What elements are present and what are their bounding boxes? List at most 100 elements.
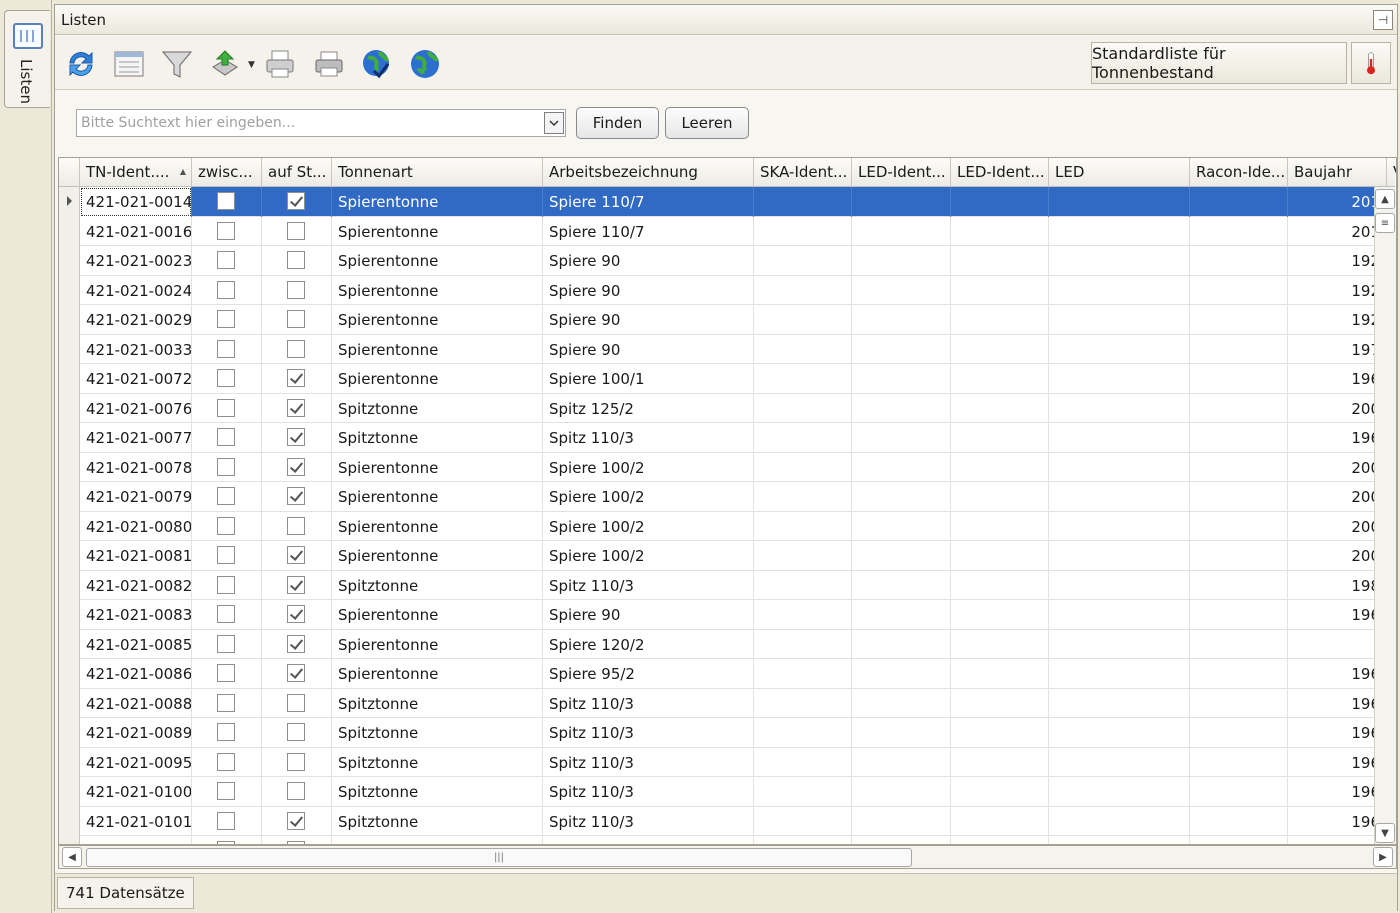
- cell-led-ident[interactable]: [852, 629, 951, 659]
- cell-arbeitsbezeichnung[interactable]: Spiere 90: [543, 275, 754, 305]
- cell-auf-station[interactable]: [262, 393, 332, 423]
- cell-arbeitsbezeichnung[interactable]: Spitz 110/3: [543, 747, 754, 777]
- cell-zwischenlager[interactable]: [192, 600, 262, 630]
- cell-tn-ident[interactable]: 421-021-0083: [80, 600, 192, 630]
- cell-auf-station[interactable]: [262, 659, 332, 689]
- export-dropdown-icon[interactable]: ▼: [248, 60, 255, 70]
- cell-auf-station[interactable]: [262, 718, 332, 748]
- cell-baujahr[interactable]: 196: [1288, 423, 1387, 453]
- cell-tn-ident[interactable]: 421-021-0080: [80, 511, 192, 541]
- cell-led-ident[interactable]: [852, 570, 951, 600]
- cell-led-ident-2[interactable]: [951, 511, 1049, 541]
- cell-led-ident-2[interactable]: [951, 806, 1049, 836]
- cell-led-ident-2[interactable]: [951, 629, 1049, 659]
- cell-arbeitsbezeichnung[interactable]: Spitz 110/3: [543, 718, 754, 748]
- cell-arbeitsbezeichnung[interactable]: Spitz 110/3: [543, 570, 754, 600]
- cell-led[interactable]: [1049, 275, 1190, 305]
- cell-tonnenart[interactable]: Spierentonne: [332, 187, 543, 217]
- column-header[interactable]: LED-Ident...: [852, 158, 951, 187]
- cell-led[interactable]: [1049, 629, 1190, 659]
- table-row[interactable]: 421-021-0085 Spierentonne Spiere 120/2: [59, 629, 1387, 659]
- cell-racon-ident[interactable]: [1190, 718, 1288, 748]
- cell-baujahr[interactable]: 200: [1288, 511, 1387, 541]
- row-selector[interactable]: [59, 216, 80, 246]
- cell-zwischenlager[interactable]: [192, 570, 262, 600]
- cell-tonnenart[interactable]: Spierentonne: [332, 364, 543, 394]
- cell-auf-station[interactable]: [262, 216, 332, 246]
- cell-led-ident[interactable]: [852, 423, 951, 453]
- cell-led[interactable]: [1049, 482, 1190, 512]
- cell-led-ident[interactable]: [852, 511, 951, 541]
- cell-led-ident-2[interactable]: [951, 541, 1049, 571]
- cell-tonnenart[interactable]: Spierentonne: [332, 482, 543, 512]
- cell-tonnenart[interactable]: Spitztonne: [332, 777, 543, 807]
- cell-led[interactable]: [1049, 777, 1190, 807]
- cell-tonnenart[interactable]: Spierentonne: [332, 629, 543, 659]
- cell-ska-ident[interactable]: [754, 393, 852, 423]
- cell-racon-ident[interactable]: [1190, 777, 1288, 807]
- cell-racon-ident[interactable]: [1190, 305, 1288, 335]
- cell-led-ident[interactable]: [852, 806, 951, 836]
- cell-racon-ident[interactable]: [1190, 187, 1288, 217]
- cell-tn-ident[interactable]: 421-021-0077: [80, 423, 192, 453]
- cell-baujahr[interactable]: 196: [1288, 688, 1387, 718]
- row-selector[interactable]: [59, 511, 80, 541]
- zwischenlager-checkbox[interactable]: [217, 811, 235, 830]
- cell-baujahr[interactable]: 201: [1288, 216, 1387, 246]
- search-input[interactable]: [76, 109, 566, 137]
- cell-auf-station[interactable]: [262, 423, 332, 453]
- row-selector[interactable]: [59, 187, 80, 217]
- cell-arbeitsbezeichnung[interactable]: Spitz 125/2: [543, 393, 754, 423]
- cell-led-ident-2[interactable]: [951, 659, 1049, 689]
- cell-baujahr[interactable]: 198: [1288, 570, 1387, 600]
- table-row[interactable]: 421-021-0081 Spierentonne Spiere 100/2 200: [59, 541, 1387, 571]
- cell-baujahr[interactable]: 196: [1288, 777, 1387, 807]
- cell-led-ident-2[interactable]: [951, 482, 1049, 512]
- cell-ska-ident[interactable]: [754, 718, 852, 748]
- cell-tn-ident[interactable]: 421-021-0089: [80, 718, 192, 748]
- table-row[interactable]: 421-021-0095 Spitztonne Spitz 110/3 196: [59, 747, 1387, 777]
- export-icon[interactable]: [207, 46, 243, 82]
- cell-baujahr[interactable]: 200: [1288, 393, 1387, 423]
- cell-led[interactable]: [1049, 659, 1190, 689]
- cell-baujahr[interactable]: 201: [1288, 187, 1387, 217]
- find-button[interactable]: Finden: [576, 107, 659, 139]
- table-row[interactable]: 421-021-0089 Spitztonne Spitz 110/3 196: [59, 718, 1387, 748]
- cell-zwischenlager[interactable]: [192, 187, 262, 217]
- cell-led[interactable]: [1049, 187, 1190, 217]
- cell-auf-station[interactable]: [262, 836, 332, 844]
- cell-arbeitsbezeichnung[interactable]: Spiere 110/7: [543, 187, 754, 217]
- row-selector[interactable]: [59, 364, 80, 394]
- zwischenlager-checkbox[interactable]: [217, 251, 235, 269]
- cell-baujahr[interactable]: 196: [1288, 747, 1387, 777]
- cell-tn-ident[interactable]: 421-021-0079: [80, 482, 192, 512]
- zwischenlager-checkbox[interactable]: [217, 782, 235, 800]
- cell-tn-ident[interactable]: 421-021-0029: [80, 305, 192, 335]
- cell-tn-ident[interactable]: 421-021-0024: [80, 275, 192, 305]
- cell-led[interactable]: [1049, 452, 1190, 482]
- cell-led[interactable]: [1049, 836, 1190, 844]
- table-row[interactable]: 421-021-0014 Spierentonne Spiere 110/7 201: [59, 187, 1387, 217]
- cell-zwischenlager[interactable]: [192, 246, 262, 276]
- zwischenlager-checkbox[interactable]: [217, 693, 235, 712]
- cell-auf-station[interactable]: [262, 541, 332, 571]
- table-row[interactable]: 421-021-0100 Spitztonne Spitz 110/3 196: [59, 777, 1387, 807]
- horizontal-scroll-thumb[interactable]: |||: [86, 848, 912, 867]
- cell-zwischenlager[interactable]: [192, 511, 262, 541]
- table-row[interactable]: 421-021-0033 Spierentonne Spiere 90 197: [59, 334, 1387, 364]
- cell-baujahr[interactable]: 192: [1288, 275, 1387, 305]
- cell-led-ident[interactable]: [852, 393, 951, 423]
- zwischenlager-checkbox[interactable]: [217, 457, 235, 476]
- cell-auf-station[interactable]: [262, 511, 332, 541]
- cell-arbeitsbezeichnung[interactable]: Spiere 100/2: [543, 482, 754, 512]
- auf-station-checkbox[interactable]: [287, 221, 305, 240]
- cell-racon-ident[interactable]: [1190, 334, 1288, 364]
- cell-zwischenlager[interactable]: [192, 688, 262, 718]
- cell-led-ident[interactable]: [852, 718, 951, 748]
- cell-arbeitsbezeichnung[interactable]: Spiere 100/1: [543, 364, 754, 394]
- cell-led[interactable]: [1049, 393, 1190, 423]
- cell-led-ident-2[interactable]: [951, 334, 1049, 364]
- cell-auf-station[interactable]: [262, 305, 332, 335]
- row-selector[interactable]: [59, 600, 80, 630]
- clear-button[interactable]: Leeren: [665, 107, 749, 139]
